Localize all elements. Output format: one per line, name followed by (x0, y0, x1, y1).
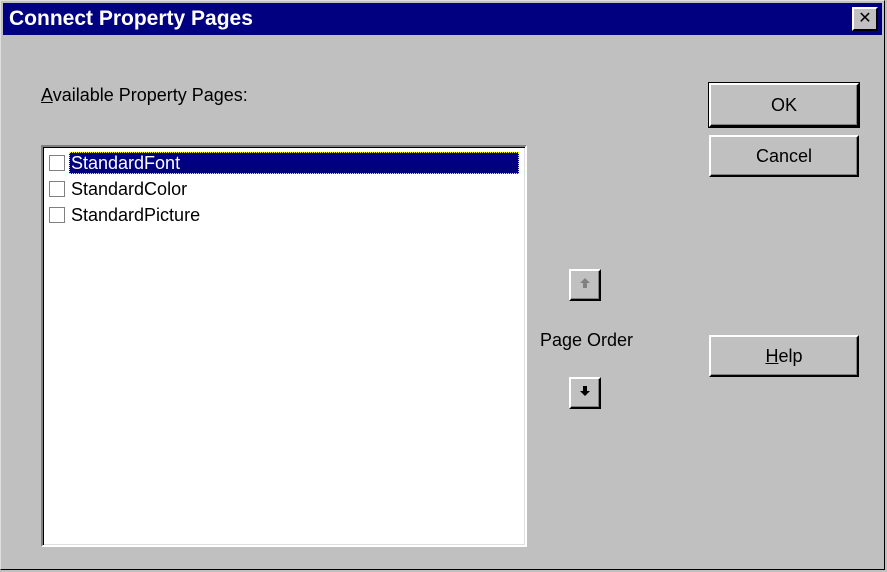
close-icon: ✕ (858, 8, 872, 27)
page-order-label: Page Order (540, 330, 634, 350)
move-up-button[interactable] (569, 269, 601, 301)
cancel-label: Cancel (755, 146, 813, 166)
list-item-label: StandardPicture (71, 205, 201, 225)
list-item-label: StandardFont (71, 153, 181, 173)
list-item-standardpicture[interactable]: StandardPicture (49, 203, 519, 227)
list-item-standardfont[interactable]: StandardFont (49, 151, 519, 175)
arrow-up-icon (578, 276, 592, 295)
arrow-down-icon (578, 384, 592, 403)
help-accel: H (765, 346, 779, 366)
available-pages-listbox[interactable]: StandardFont StandardColor StandardPictu… (41, 145, 527, 547)
list-item-label: StandardColor (71, 179, 188, 199)
selection-highlight: StandardFont (69, 152, 519, 174)
help-label: elp (778, 346, 803, 366)
checkbox[interactable] (49, 155, 65, 171)
move-down-button[interactable] (569, 377, 601, 409)
close-button[interactable]: ✕ (852, 7, 878, 31)
help-button[interactable]: Help (709, 335, 859, 377)
connect-property-pages-dialog: Connect Property Pages ✕ Available Prope… (0, 0, 885, 570)
ok-label: OK (770, 95, 797, 115)
list-item-standardcolor[interactable]: StandardColor (49, 177, 519, 201)
cancel-button[interactable]: Cancel (709, 135, 859, 177)
checkbox[interactable] (49, 207, 65, 223)
checkbox[interactable] (49, 181, 65, 197)
title-bar[interactable]: Connect Property Pages ✕ (3, 3, 882, 35)
available-pages-label: Available Property Pages: (41, 85, 248, 105)
dialog-title: Connect Property Pages (9, 7, 253, 30)
ok-button[interactable]: OK (708, 82, 860, 128)
